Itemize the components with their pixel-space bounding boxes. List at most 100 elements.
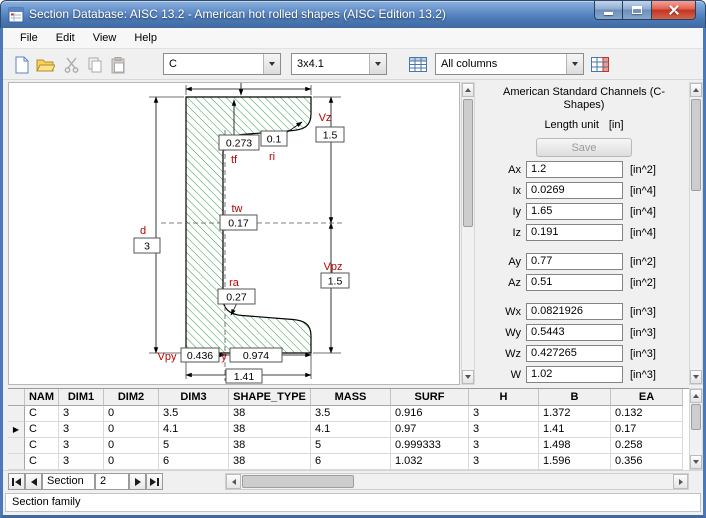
table-header-dim3[interactable]: DIM3 [159,389,229,406]
table-scrollbar[interactable] [689,388,703,470]
table-header-ea[interactable]: EA [611,389,683,406]
property-value-az[interactable]: 0.51 [526,274,623,291]
cell-nam[interactable]: C [25,438,59,454]
section-combobox-dropdown[interactable] [369,54,386,74]
scroll-up-button[interactable] [690,389,702,403]
table-row[interactable]: C 3 0 3.5 38 3.5 0.916 3 1.372 0.132 [8,406,689,422]
cell-dim1[interactable]: 3 [59,454,104,470]
table-header-nam[interactable]: NAM [25,389,59,406]
cell-b[interactable]: 1.498 [539,438,611,454]
record-number-field[interactable]: 2 [95,473,129,490]
cell-surf[interactable]: 1.032 [391,454,469,470]
table-header-dim1[interactable]: DIM1 [59,389,104,406]
table-header-dim2[interactable]: DIM2 [104,389,159,406]
last-record-button[interactable] [146,473,163,490]
table-header-shape_type[interactable]: SHAPE_TYPE [229,389,311,406]
table-row[interactable]: ▶ C 3 0 4.1 38 4.1 0.97 3 1.41 0.17 [8,422,689,438]
column-setup-button[interactable] [588,53,612,76]
property-value-wy[interactable]: 0.5443 [526,324,623,341]
property-value-iy[interactable]: 1.65 [526,203,623,220]
maximize-button[interactable] [623,1,651,20]
paste-button[interactable] [108,55,128,75]
minimize-button[interactable] [594,1,623,20]
scroll-down-button[interactable] [462,370,474,384]
cell-dim1[interactable]: 3 [59,422,104,438]
row-selector[interactable]: ▶ [8,422,25,438]
menu-file[interactable]: File [11,29,47,47]
property-value-wz[interactable]: 0.427265 [526,345,623,362]
table-row[interactable]: C 3 0 5 38 5 0.999333 3 1.498 0.258 [8,438,689,454]
cell-shape_type[interactable]: 38 [229,438,311,454]
cut-button[interactable] [61,55,81,75]
row-selector[interactable] [8,454,25,470]
table-row[interactable]: C 3 0 6 38 6 1.032 3 1.596 0.356 [8,454,689,470]
copy-button[interactable] [85,55,105,75]
table-header-h[interactable]: H [469,389,539,406]
cell-h[interactable]: 3 [469,454,539,470]
table-header-selector[interactable] [8,389,25,406]
cell-mass[interactable]: 4.1 [311,422,391,438]
table-horizontal-scrollbar[interactable] [225,473,689,490]
property-value-iz[interactable]: 0.191 [526,224,623,241]
open-button[interactable] [35,55,55,75]
cell-nam[interactable]: C [25,422,59,438]
title-bar[interactable]: Section Database: AISC 13.2 - American h… [0,0,706,28]
cell-surf[interactable]: 0.916 [391,406,469,422]
cell-shape_type[interactable]: 38 [229,406,311,422]
cell-nam[interactable]: C [25,454,59,470]
next-record-button[interactable] [129,473,146,490]
cell-surf[interactable]: 0.97 [391,422,469,438]
cell-mass[interactable]: 6 [311,454,391,470]
table-header-mass[interactable]: MASS [311,389,391,406]
cell-dim2[interactable]: 0 [104,438,159,454]
cell-ea[interactable]: 0.17 [611,422,683,438]
menu-view[interactable]: View [84,29,126,47]
cell-dim2[interactable]: 0 [104,422,159,438]
cell-b[interactable]: 1.372 [539,406,611,422]
property-value-ax[interactable]: 1.2 [526,161,623,178]
row-selector[interactable] [8,438,25,454]
scroll-right-button[interactable] [673,474,688,489]
first-record-button[interactable] [8,473,25,490]
cell-dim3[interactable]: 4.1 [159,422,229,438]
menu-help[interactable]: Help [125,29,166,47]
cell-dim3[interactable]: 3.5 [159,406,229,422]
drawing-scrollbar[interactable] [461,82,475,385]
cell-dim2[interactable]: 0 [104,454,159,470]
cell-h[interactable]: 3 [469,438,539,454]
cell-dim1[interactable]: 3 [59,438,104,454]
scroll-up-button[interactable] [462,83,474,97]
scroll-thumb[interactable] [242,475,354,488]
cell-mass[interactable]: 5 [311,438,391,454]
columns-combobox-dropdown[interactable] [566,54,583,74]
cell-surf[interactable]: 0.999333 [391,438,469,454]
cell-ea[interactable]: 0.258 [611,438,683,454]
section-combobox[interactable]: 3x4.1 [291,53,387,75]
new-button[interactable] [12,55,32,75]
scroll-thumb[interactable] [691,404,701,430]
scroll-left-button[interactable] [226,474,241,489]
table-header-surf[interactable]: SURF [391,389,469,406]
cell-dim2[interactable]: 0 [104,406,159,422]
cell-h[interactable]: 3 [469,422,539,438]
property-value-w[interactable]: 1.02 [526,366,623,383]
properties-scrollbar[interactable] [689,82,703,385]
row-selector[interactable] [8,406,25,422]
cell-ea[interactable]: 0.356 [611,454,683,470]
cell-b[interactable]: 1.596 [539,454,611,470]
cell-dim3[interactable]: 5 [159,438,229,454]
cell-nam[interactable]: C [25,406,59,422]
menu-edit[interactable]: Edit [47,29,84,47]
scroll-up-button[interactable] [690,83,702,97]
table-view-button[interactable] [406,53,430,76]
cell-dim1[interactable]: 3 [59,406,104,422]
cell-shape_type[interactable]: 38 [229,422,311,438]
scroll-thumb[interactable] [691,99,701,191]
table-header-b[interactable]: B [539,389,611,406]
scroll-down-button[interactable] [690,455,702,469]
property-value-ix[interactable]: 0.0269 [526,182,623,199]
cell-dim3[interactable]: 6 [159,454,229,470]
property-value-wx[interactable]: 0.0821926 [526,303,623,320]
cell-b[interactable]: 1.41 [539,422,611,438]
family-combobox-dropdown[interactable] [263,54,280,74]
